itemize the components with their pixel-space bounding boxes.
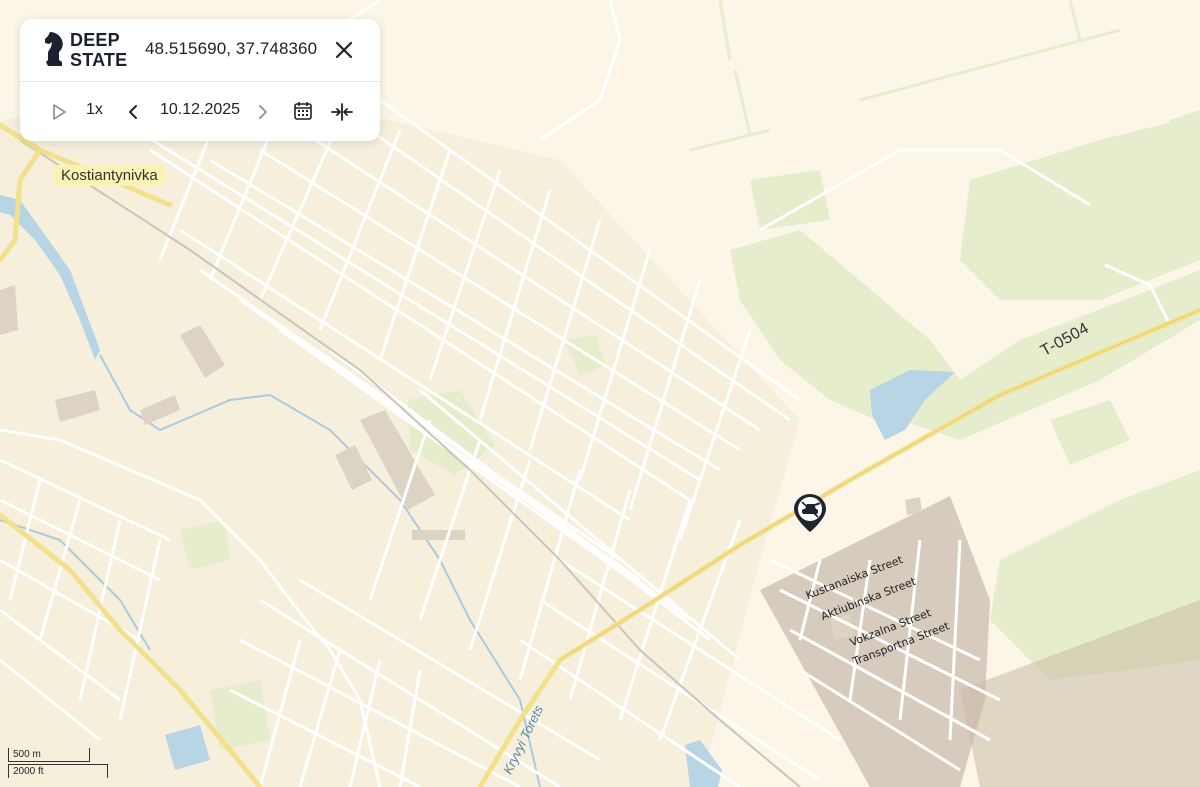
previous-date-button[interactable]	[126, 102, 140, 122]
next-date-button[interactable]	[256, 102, 270, 122]
control-panel: DEEP STATE 48.515690, 37.748360 1x 10.12…	[20, 19, 380, 141]
logo-line-2: STATE	[70, 50, 128, 70]
scale-metric: 500 m	[8, 748, 90, 762]
coordinates-display: 48.515690, 37.748360	[145, 39, 318, 58]
scale-imperial: 2000 ft	[8, 764, 108, 778]
chevron-left-icon	[129, 105, 137, 119]
collapse-icon	[331, 103, 353, 121]
timeline-controls: 1x 10.12.2025	[20, 82, 380, 142]
panel-header: DEEP STATE 48.515690, 37.748360	[20, 19, 380, 82]
knight-icon	[45, 32, 63, 66]
deepstate-logo[interactable]: DEEP STATE	[42, 30, 132, 70]
logo-line-1: DEEP	[70, 30, 120, 50]
chevron-right-icon	[259, 105, 267, 119]
play-button[interactable]	[50, 102, 68, 122]
tank-marker-icon[interactable]	[792, 492, 828, 534]
town-label: Kostiantynivka	[54, 165, 165, 186]
close-icon	[335, 41, 353, 59]
logo-text: DEEP STATE	[70, 30, 127, 70]
close-button[interactable]	[332, 38, 356, 62]
play-icon	[53, 104, 66, 120]
collapse-button[interactable]	[330, 100, 354, 124]
speed-button[interactable]: 1x	[86, 101, 103, 119]
current-date[interactable]: 10.12.2025	[160, 101, 240, 119]
calendar-button[interactable]	[292, 100, 314, 122]
calendar-icon	[294, 102, 312, 120]
